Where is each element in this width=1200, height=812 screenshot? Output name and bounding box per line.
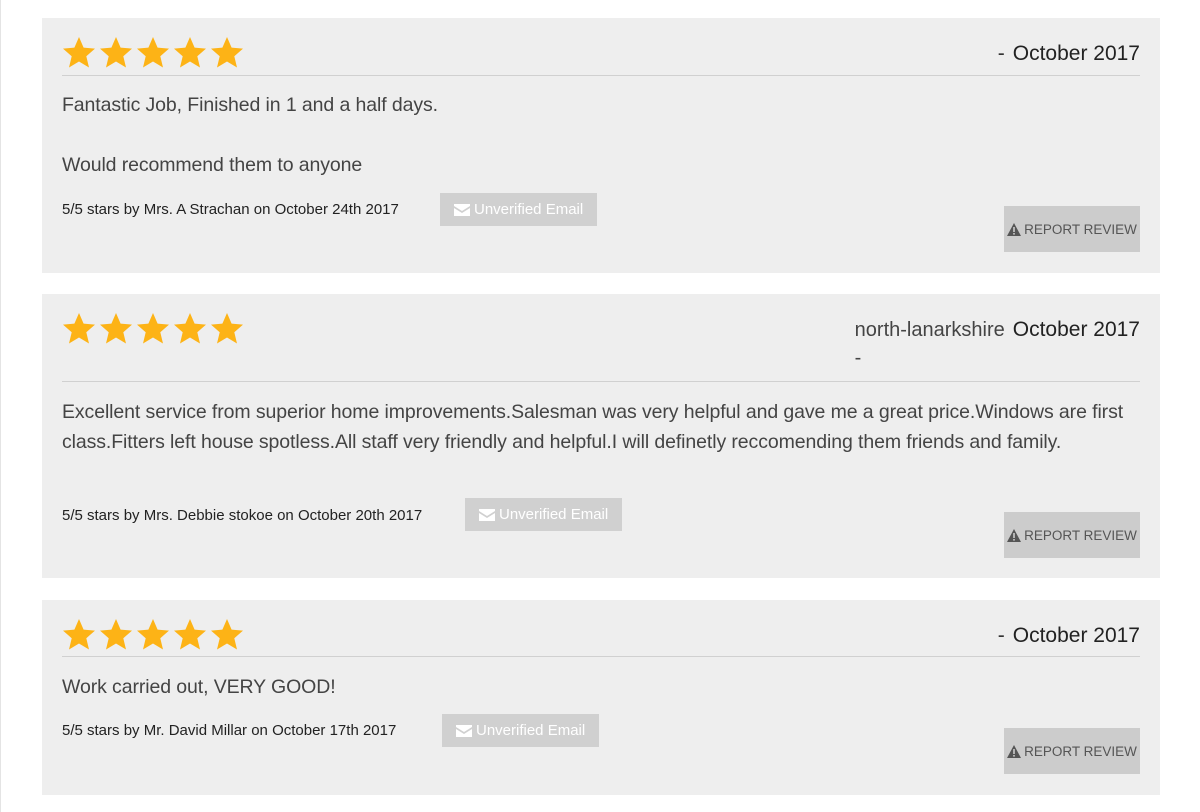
review-byline: 5/5 stars by Mrs. A Strachan on October … (62, 201, 399, 218)
page-left-border (0, 0, 1, 812)
review-paragraph: Excellent service from superior home imp… (62, 401, 1124, 453)
review-meta: - October 2017 (998, 40, 1140, 68)
badge-label: Unverified Email (499, 506, 609, 523)
divider (62, 656, 1140, 657)
unverified-email-badge: Unverified Email (440, 193, 598, 226)
star-icon (63, 37, 95, 68)
review-meta: north-lanarkshire - October 2017 (855, 316, 1140, 372)
review-paragraph: Would recommend them to anyone (62, 154, 363, 176)
star-icon (63, 313, 95, 344)
report-review-button[interactable]: REPORT REVIEW (1004, 512, 1140, 558)
review-byline: 5/5 stars by Mr. David Millar on October… (62, 722, 397, 739)
report-label: REPORT REVIEW (1024, 527, 1137, 543)
envelope-icon (456, 724, 472, 737)
report-label: REPORT REVIEW (1024, 221, 1137, 237)
unverified-email-badge: Unverified Email (442, 714, 600, 747)
warning-icon (1007, 744, 1022, 758)
envelope-icon (454, 203, 470, 216)
divider (62, 381, 1140, 382)
star-icon (137, 619, 169, 650)
review-card-3: - October 2017 Work carried out, VERY GO… (42, 600, 1160, 795)
star-icon (137, 37, 169, 68)
review-date: October 2017 (1012, 42, 1140, 65)
warning-icon (1007, 528, 1022, 542)
location-dash: - (997, 42, 1005, 65)
review-card-1: - October 2017 Fantastic Job, Finished i… (42, 18, 1160, 273)
star-icon (211, 37, 243, 68)
report-label: REPORT REVIEW (1024, 743, 1137, 759)
location-dash: - (854, 347, 862, 369)
star-icon (100, 37, 132, 68)
unverified-email-badge: Unverified Email (465, 498, 623, 531)
review-byline: 5/5 stars by Mrs. Debbie stokoe on Octob… (62, 507, 423, 524)
star-rating (62, 618, 244, 652)
star-icon (100, 313, 132, 344)
star-icon (211, 313, 243, 344)
star-icon (174, 313, 206, 344)
star-icon (63, 619, 95, 650)
star-icon (174, 619, 206, 650)
star-icon (137, 313, 169, 344)
review-text: Work carried out, VERY GOOD! (62, 672, 1120, 702)
warning-icon (1007, 222, 1022, 236)
star-rating (62, 36, 244, 70)
star-icon (174, 37, 206, 68)
star-rating (62, 312, 244, 346)
review-meta: - October 2017 (998, 622, 1140, 650)
badge-label: Unverified Email (476, 722, 586, 739)
divider (62, 75, 1140, 76)
location-dash: - (997, 624, 1005, 647)
review-paragraph: Work carried out, VERY GOOD! (62, 676, 336, 698)
report-review-button[interactable]: REPORT REVIEW (1004, 728, 1140, 774)
review-date: October 2017 (1012, 624, 1140, 647)
review-card-2: north-lanarkshire - October 2017 Excelle… (42, 294, 1160, 578)
review-location: north-lanarkshire (854, 319, 1005, 341)
star-icon (100, 619, 132, 650)
review-paragraph: Fantastic Job, Finished in 1 and a half … (62, 94, 438, 116)
review-text: Fantastic Job, Finished in 1 and a half … (62, 90, 1120, 180)
star-icon (211, 619, 243, 650)
report-review-button[interactable]: REPORT REVIEW (1004, 206, 1140, 252)
badge-label: Unverified Email (474, 201, 584, 218)
review-date: October 2017 (1012, 318, 1140, 341)
review-text: Excellent service from superior home imp… (62, 397, 1124, 457)
envelope-icon (479, 508, 495, 521)
